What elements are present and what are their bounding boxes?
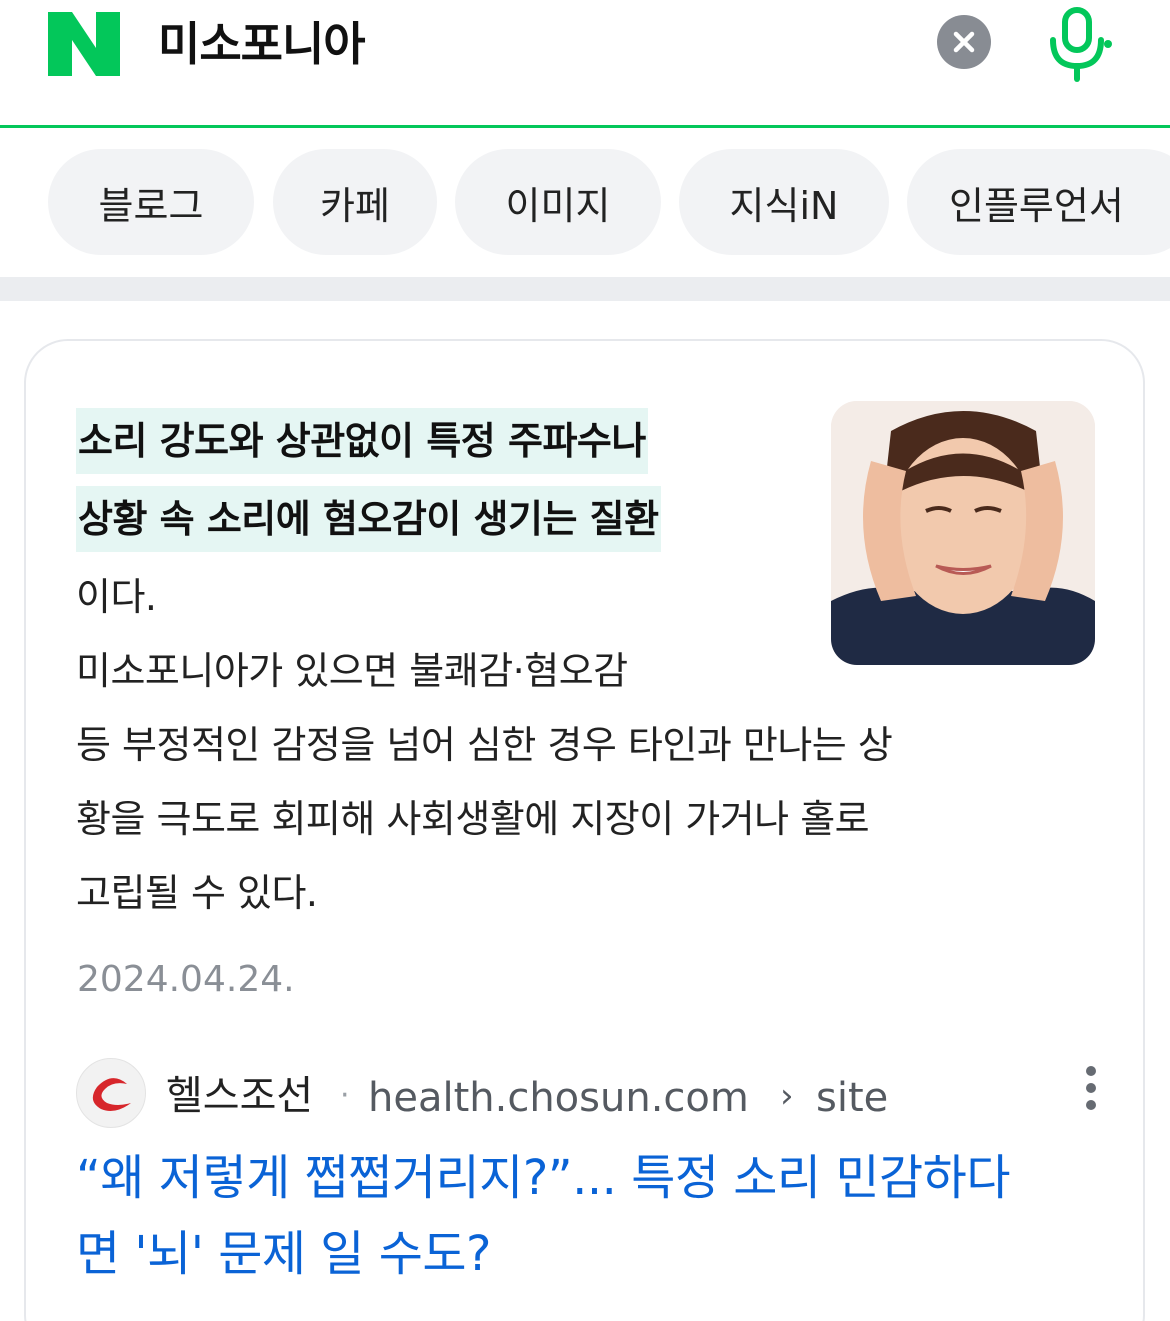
source-name[interactable]: 헬스조선 bbox=[166, 1068, 313, 1124]
breadcrumb-chevron-icon: › bbox=[780, 1076, 794, 1116]
source-logo bbox=[76, 1058, 146, 1128]
search-query[interactable]: 미소포니아 bbox=[158, 14, 366, 74]
microphone-icon bbox=[1050, 7, 1112, 82]
naver-logo[interactable] bbox=[48, 12, 120, 76]
more-options-button[interactable] bbox=[1080, 1064, 1102, 1112]
tab-knowledge-in[interactable]: 지식iN bbox=[679, 149, 889, 255]
more-vertical-icon bbox=[1086, 1083, 1096, 1093]
tab-blog[interactable]: 블로그 bbox=[48, 149, 254, 255]
tab-image[interactable]: 이미지 bbox=[455, 149, 661, 255]
tab-influencer[interactable]: 인플루언서 bbox=[907, 149, 1170, 255]
section-divider bbox=[0, 277, 1170, 301]
highlight-line: 상황 속 소리에 혐오감이 생기는 질환 bbox=[76, 486, 661, 552]
source-separator: · bbox=[340, 1078, 350, 1113]
source-row[interactable]: 헬스조선 · health.chosun.com › site bbox=[76, 1058, 1116, 1134]
highlight-line: 소리 강도와 상관없이 특정 주파수나 bbox=[76, 408, 648, 474]
more-vertical-icon bbox=[1086, 1066, 1096, 1076]
publish-date: 2024.04.24. bbox=[77, 959, 295, 1000]
snippet-line: 등 부정적인 감정을 넘어 심한 경우 타인과 만나는 상 bbox=[76, 723, 893, 767]
more-vertical-icon bbox=[1086, 1100, 1096, 1110]
close-icon bbox=[953, 31, 975, 53]
clear-search-button[interactable] bbox=[937, 15, 991, 69]
search-bar: 미소포니아 bbox=[0, 0, 1170, 128]
tab-cafe[interactable]: 카페 bbox=[273, 149, 437, 255]
voice-search-button[interactable] bbox=[1040, 4, 1116, 84]
snippet-line: 고립될 수 있다. bbox=[76, 871, 318, 915]
article-title-line: “왜 저렇게 쩝쩝거리지?”... 특정 소리 민감하다 bbox=[76, 1150, 1011, 1206]
source-path[interactable]: site bbox=[816, 1070, 888, 1126]
source-url[interactable]: health.chosun.com bbox=[368, 1070, 749, 1126]
snippet-line: 황을 극도로 회피해 사회생활에 지장이 가거나 홀로 bbox=[76, 797, 870, 841]
article-title-line: 면 '뇌' 문제 일 수도? bbox=[76, 1226, 492, 1282]
thumbnail-image[interactable] bbox=[831, 401, 1095, 665]
search-tabs: 블로그 카페 이미지 지식iN 인플루언서 bbox=[0, 131, 1170, 277]
article-title-link[interactable]: “왜 저렇게 쩝쩝거리지?”... 특정 소리 민감하다 면 '뇌' 문제 일 … bbox=[76, 1140, 1116, 1292]
